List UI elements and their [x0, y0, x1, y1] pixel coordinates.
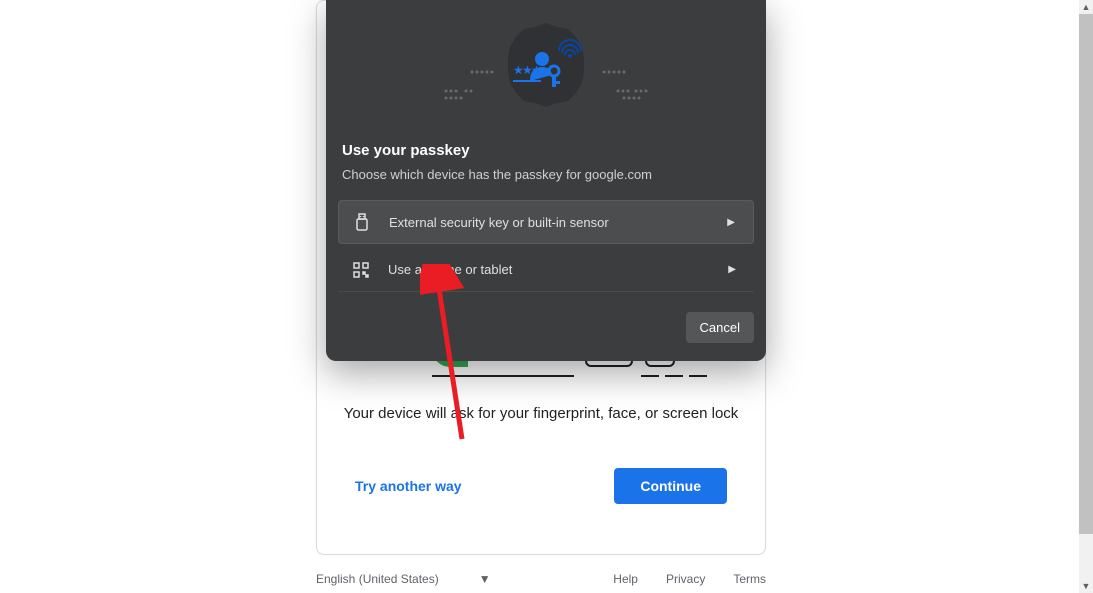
cancel-button[interactable]: Cancel	[686, 312, 754, 343]
scroll-thumb[interactable]	[1079, 14, 1093, 534]
passkey-modal: ٭ ٭ ٭ Use your passkey Choose wh	[326, 0, 766, 361]
option-external-key[interactable]: External security key or built-in sensor…	[338, 200, 754, 244]
option-label: External security key or built-in sensor	[389, 215, 727, 230]
chevron-right-icon: ▶	[727, 217, 735, 228]
try-another-way-link[interactable]: Try another way	[355, 478, 462, 494]
footer-links: Help Privacy Terms	[613, 572, 766, 586]
language-label: English (United States)	[316, 572, 439, 586]
illu-line	[432, 375, 574, 377]
language-selector[interactable]: English (United States) ▼	[316, 572, 491, 586]
page-footer: English (United States) ▼ Help Privacy T…	[316, 572, 766, 586]
illu-line	[665, 375, 683, 377]
privacy-link[interactable]: Privacy	[666, 572, 705, 586]
card-actions: Try another way Continue	[355, 468, 727, 504]
option-phone-tablet[interactable]: Use a phone or tablet ▶	[338, 248, 754, 292]
terms-link[interactable]: Terms	[733, 572, 766, 586]
qr-icon	[352, 261, 370, 279]
option-label: Use a phone or tablet	[388, 262, 728, 277]
modal-actions: Cancel	[326, 292, 766, 345]
scroll-up-arrow-icon[interactable]: ▲	[1079, 0, 1093, 14]
modal-illustration: ٭ ٭ ٭	[326, 0, 766, 130]
illu-line	[689, 375, 707, 377]
usb-icon	[353, 213, 371, 231]
help-link[interactable]: Help	[613, 572, 638, 586]
continue-button[interactable]: Continue	[614, 468, 727, 504]
scroll-down-arrow-icon[interactable]: ▼	[1079, 579, 1093, 593]
chevron-right-icon: ▶	[728, 264, 736, 275]
dropdown-arrow-icon: ▼	[479, 572, 491, 586]
helper-text: Your device will ask for your fingerprin…	[317, 405, 765, 422]
modal-title: Use your passkey	[326, 130, 766, 163]
vertical-scrollbar[interactable]: ▲ ▼	[1079, 0, 1093, 593]
illu-line	[641, 375, 659, 377]
modal-subtitle: Choose which device has the passkey for …	[326, 163, 766, 196]
